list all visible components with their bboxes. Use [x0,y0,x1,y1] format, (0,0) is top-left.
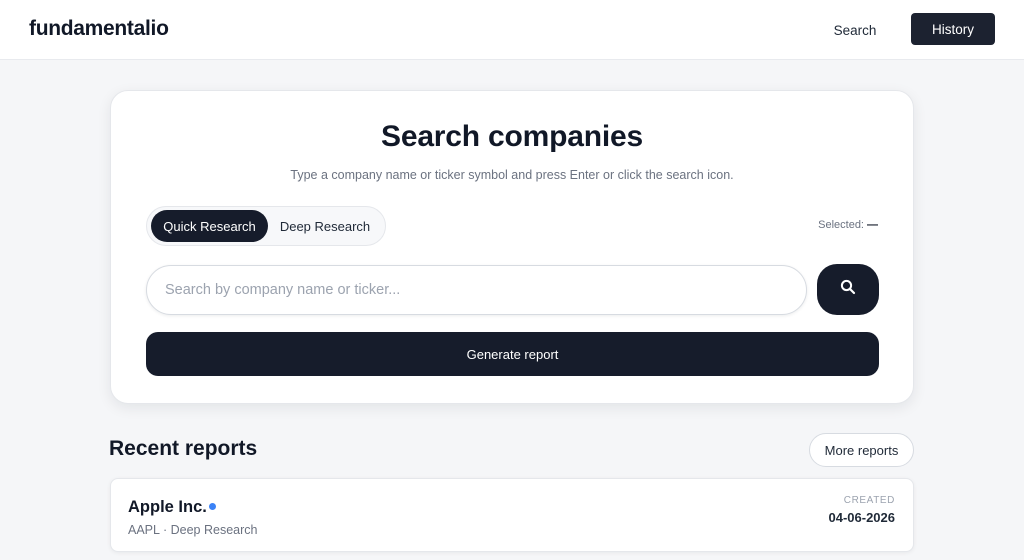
created-date: 04-06-2026 [828,510,896,525]
selected-indicator: Selected: — [818,219,878,231]
research-mode-toggle: Quick Research Deep Research [146,206,386,246]
search-icon [840,279,856,300]
search-button[interactable] [817,264,879,315]
report-list-item[interactable]: Apple Inc. AAPL · Deep Research CREATED … [110,478,914,552]
generate-report-button[interactable]: Generate report [146,332,879,376]
selected-label: Selected: [818,219,864,231]
search-companies-card: Search companies Type a company name or … [110,90,914,404]
recent-reports-heading: Recent reports [109,437,258,460]
report-company-name: Apple Inc. [128,498,207,516]
deep-research-option[interactable]: Deep Research [272,210,378,242]
report-meta: AAPL · Deep Research [128,523,258,537]
created-label: CREATED [843,495,895,506]
nav-history-button[interactable]: History [911,13,995,45]
company-search-input[interactable] [146,265,807,315]
page-title: Search companies [381,120,643,153]
nav-search-link[interactable]: Search [822,14,888,46]
search-instructions: Type a company name or ticker symbol and… [290,168,734,182]
more-reports-button[interactable]: More reports [809,433,914,467]
selected-value: — [867,219,878,231]
status-dot [209,503,216,510]
top-navigation-bar: fundamentalio Search History [0,0,1024,60]
app-logo[interactable]: fundamentalio [29,17,169,41]
quick-research-option[interactable]: Quick Research [151,210,268,242]
